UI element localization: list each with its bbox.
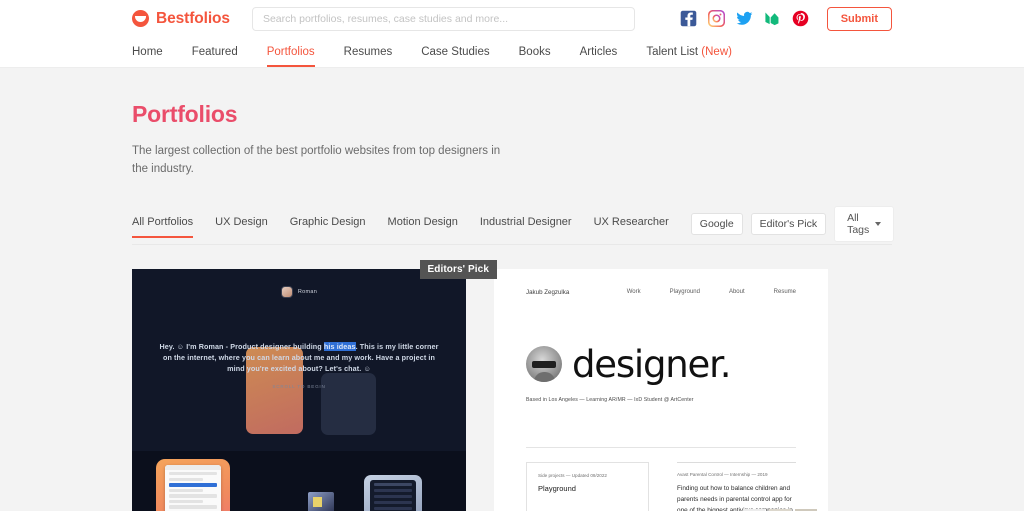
social-links	[680, 10, 809, 27]
jakub-nav-playground: Playground	[669, 289, 700, 296]
blue-row	[374, 506, 412, 510]
blue-row	[374, 482, 412, 486]
nav-item-case-studies[interactable]: Case Studies	[421, 46, 489, 67]
jakub-avast-body: Finding out how to balance children and …	[677, 484, 793, 511]
nav-new-badge: (New)	[701, 46, 732, 58]
jakub-hero-word: designer.	[572, 342, 731, 386]
jakub-project-meta: Side projects — Updated 09/2022	[538, 472, 607, 478]
site-header: Bestfolios Search portfolios, resumes, c…	[0, 0, 1024, 68]
jakub-rule	[677, 461, 796, 463]
jakub-project-title: Playground	[538, 483, 576, 493]
page-description: The largest collection of the best portf…	[132, 145, 501, 176]
roman-hero-line-3: internet, where you can learn about me a…	[187, 352, 353, 362]
nav-item-talent-list-label: Talent List	[646, 46, 699, 58]
main-navigation: Home Featured Portfolios Resumes Case St…	[0, 37, 1024, 68]
window-row	[169, 499, 203, 504]
project-thumb-blue-screen	[370, 479, 416, 511]
jakub-divider	[526, 446, 796, 448]
twitter-icon[interactable]	[736, 10, 753, 27]
blue-row	[374, 500, 412, 504]
roman-hero-line-1: Hey. ☺ I'm Roman - Product designer buil…	[159, 341, 322, 351]
jakub-project-avast: Avast Parental Control — Internship — 20…	[677, 461, 817, 511]
editors-pick-badge: Editors' Pick	[419, 259, 497, 279]
all-tags-label: All Tags	[847, 211, 870, 236]
portfolio-thumbnail-roman: Roman Hey. ☺ I'm Roman - Product designe…	[132, 268, 466, 511]
roman-hero-line-5: about? Let's chat. ☺	[298, 364, 371, 374]
filter-chip-google[interactable]: Google	[690, 212, 743, 235]
nav-item-articles[interactable]: Articles	[580, 46, 618, 67]
filter-tab-motion-design[interactable]: Motion Design	[388, 216, 458, 238]
portfolio-grid: Editors' Pick Roman Hey. ☺ I'm Roman - P…	[132, 259, 892, 511]
project-thumb-blue	[364, 474, 422, 511]
brand-logo[interactable]: Bestfolios	[132, 10, 230, 28]
medium-icon[interactable]	[764, 10, 781, 27]
filter-tab-graphic-design[interactable]: Graphic Design	[290, 216, 366, 238]
blue-row	[374, 488, 412, 492]
jakub-nav-work: Work	[626, 289, 641, 296]
jakub-subtitle: Based in Los Angeles — Learning AR/MR — …	[526, 396, 694, 403]
bestfolios-logo-icon	[132, 10, 149, 27]
jakub-nav-about: About	[728, 289, 745, 296]
brand-name: Bestfolios	[156, 9, 230, 27]
nav-item-home[interactable]: Home	[132, 46, 163, 67]
portfolio-card-jakub[interactable]: Jakub Zegzulka Work Playground About Res…	[494, 268, 828, 511]
jakub-project-playground: Side projects — Updated 09/2022 Playgrou…	[526, 461, 650, 511]
header-top-row: Bestfolios Search portfolios, resumes, c…	[0, 0, 1024, 37]
filter-tab-ux-design[interactable]: UX Design	[215, 216, 268, 238]
chevron-down-icon	[875, 221, 882, 226]
submit-button[interactable]: Submit	[826, 6, 892, 31]
facebook-icon[interactable]	[680, 10, 697, 27]
portfolio-card-roman[interactable]: Editors' Pick Roman Hey. ☺ I'm Roman - P…	[132, 259, 497, 511]
nav-item-portfolios[interactable]: Portfolios	[266, 46, 315, 67]
nav-item-featured[interactable]: Featured	[192, 46, 238, 67]
instagram-icon[interactable]	[707, 10, 725, 27]
filter-tab-ux-researcher[interactable]: UX Researcher	[594, 216, 669, 238]
filter-bar: All Portfolios UX Design Graphic Design …	[132, 205, 895, 245]
project-window-mock	[165, 464, 221, 511]
filter-chip-editors-pick[interactable]: Editor's Pick	[750, 212, 827, 235]
search-container	[251, 6, 635, 31]
project-thumb-orange	[156, 458, 230, 511]
filter-tab-all-portfolios[interactable]: All Portfolios	[132, 216, 194, 239]
page-content: Portfolios The largest collection of the…	[0, 68, 1024, 511]
window-titlebar	[165, 464, 221, 470]
nav-item-books[interactable]: Books	[519, 46, 551, 67]
roman-hero-text: Hey. ☺ I'm Roman - Product designer buil…	[158, 341, 440, 374]
filter-tab-industrial-designer[interactable]: Industrial Designer	[480, 216, 572, 238]
jakub-portrait-photo	[526, 346, 562, 383]
window-row-selected	[169, 483, 217, 487]
search-input[interactable]	[251, 6, 635, 31]
jakub-projects: Side projects — Updated 09/2022 Playgrou…	[526, 461, 817, 511]
pinterest-icon[interactable]	[792, 10, 809, 27]
window-row	[169, 494, 217, 498]
window-row	[169, 505, 217, 509]
blue-row	[374, 494, 412, 498]
project-thumb-small	[308, 491, 334, 511]
roman-site-header: Roman	[132, 269, 466, 298]
scroll-to-begin-hint: SCROLL TO BEGIN	[272, 384, 326, 390]
jakub-site-name: Jakub Zegzulka	[526, 288, 570, 296]
avatar	[280, 285, 293, 298]
window-row	[169, 477, 203, 481]
portfolio-thumbnail-jakub: Jakub Zegzulka Work Playground About Res…	[494, 268, 828, 511]
window-row	[169, 488, 203, 493]
jakub-site-nav: Jakub Zegzulka Work Playground About Res…	[526, 269, 796, 296]
page-title: Portfolios	[132, 101, 238, 127]
window-row	[169, 471, 217, 476]
header-actions: Submit	[680, 6, 892, 31]
roman-hero-highlight: his ideas	[323, 341, 356, 351]
jakub-hero: designer.	[526, 346, 796, 383]
jakub-avast-meta: Avast Parental Control — Internship — 20…	[677, 471, 768, 477]
nav-item-talent-list[interactable]: Talent List (New)	[646, 46, 732, 67]
roman-site-name: Roman	[297, 288, 318, 295]
roman-hero-block: Hey. ☺ I'm Roman - Product designer buil…	[132, 341, 466, 389]
all-tags-dropdown[interactable]: All Tags	[834, 205, 895, 242]
jakub-nav-resume: Resume	[773, 289, 796, 296]
jakub-nav-links: Work Playground About Resume	[627, 289, 796, 295]
roman-lower-strip	[132, 450, 466, 511]
nav-item-resumes[interactable]: Resumes	[344, 46, 393, 67]
